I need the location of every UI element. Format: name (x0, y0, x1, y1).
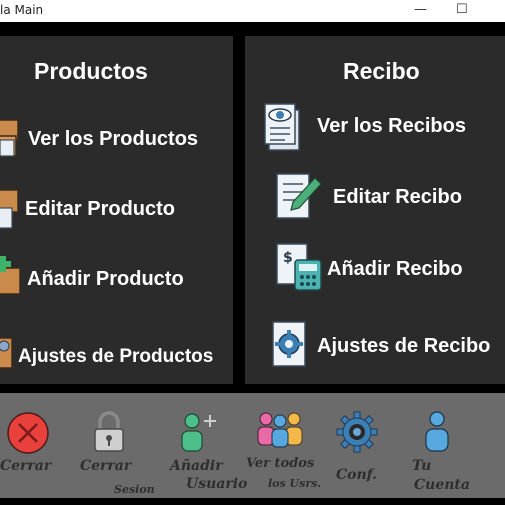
padlock-icon (94, 411, 124, 452)
minimize-button[interactable]: — (414, 2, 427, 17)
editar-recibo-label: Editar Recibo (333, 186, 462, 208)
box-settings-icon (0, 337, 13, 369)
ver-todos-label: Ver todos (246, 456, 315, 471)
tu-cuenta-label: Tu (412, 458, 432, 474)
cerrar-label: Cerrar (0, 458, 52, 474)
configuracion-button[interactable]: Conf. (330, 401, 390, 493)
box-add-icon (0, 256, 21, 295)
users-group-icon (257, 412, 303, 448)
ajustes-recibo-label: Ajustes de Recibo (317, 335, 491, 357)
close-circle-icon (7, 412, 49, 454)
anadir-usuario-label: Añadir (170, 458, 223, 474)
anadir-producto-label: Añadir Producto (27, 268, 184, 290)
maximize-button[interactable]: ☐ (456, 2, 468, 17)
add-user-icon (181, 413, 216, 452)
configuracion-label: Conf. (336, 467, 378, 483)
tu-cuenta-button[interactable]: Tu Cuenta (404, 401, 484, 493)
bottom-toolbar: Cerrar Cerrar Sesion Añadir Usuario Ver … (0, 393, 505, 498)
anadir-usuario-sublabel: Usuario (186, 476, 248, 492)
recibo-panel: Recibo Ver los Recibos Editar Recibo $ A… (245, 36, 505, 384)
boxes-document-icon (0, 119, 19, 157)
receipt-gear-icon (272, 321, 306, 367)
cerrar-button[interactable]: Cerrar (0, 401, 70, 491)
productos-title: Productos (34, 58, 148, 84)
ver-todos-sublabel: los Usrs. (268, 477, 322, 490)
cerrar-sesion-button[interactable]: Cerrar Sesion (78, 401, 160, 496)
editar-recibo-button[interactable]: Editar Recibo (275, 170, 505, 222)
ver-recibos-label: Ver los Recibos (317, 115, 466, 137)
ajustes-productos-label: Ajustes de Productos (18, 346, 214, 367)
cerrar-sesion-label: Cerrar (80, 458, 132, 474)
ver-recibos-button[interactable]: Ver los Recibos (263, 100, 505, 154)
window-title: la Main (0, 3, 44, 17)
ver-productos-label: Ver los Productos (28, 128, 199, 150)
cerrar-sesion-sublabel: Sesion (114, 483, 155, 496)
svg-text:$: $ (283, 250, 293, 266)
productos-panel: Productos Ver los Productos Editar Produ… (0, 36, 233, 384)
receipt-eye-icon (264, 103, 300, 151)
anadir-producto-button[interactable]: Añadir Producto (0, 250, 233, 300)
editar-producto-label: Editar Producto (25, 198, 176, 220)
user-account-icon (425, 411, 449, 452)
anadir-usuario-button[interactable]: Añadir Usuario (166, 401, 248, 493)
receipt-calculator-icon: $ (276, 243, 322, 291)
ver-todos-usuarios-button[interactable]: Ver todos los Usrs. (246, 401, 322, 493)
anadir-recibo-label: Añadir Recibo (327, 258, 463, 280)
editar-producto-button[interactable]: Editar Producto (0, 182, 233, 232)
recibo-title: Recibo (343, 58, 420, 84)
gear-icon (336, 411, 378, 453)
anadir-recibo-button[interactable]: $ Añadir Recibo (275, 240, 505, 294)
ajustes-productos-button[interactable]: Ajustes de Productos (0, 324, 233, 374)
box-edit-icon (0, 189, 19, 229)
ajustes-recibo-button[interactable]: Ajustes de Recibo (269, 318, 505, 370)
receipt-pencil-icon (276, 173, 322, 219)
ver-productos-button[interactable]: Ver los Productos (0, 114, 233, 158)
tu-cuenta-sublabel: Cuenta (414, 477, 470, 493)
window-titlebar: la Main — ☐ (0, 0, 505, 22)
